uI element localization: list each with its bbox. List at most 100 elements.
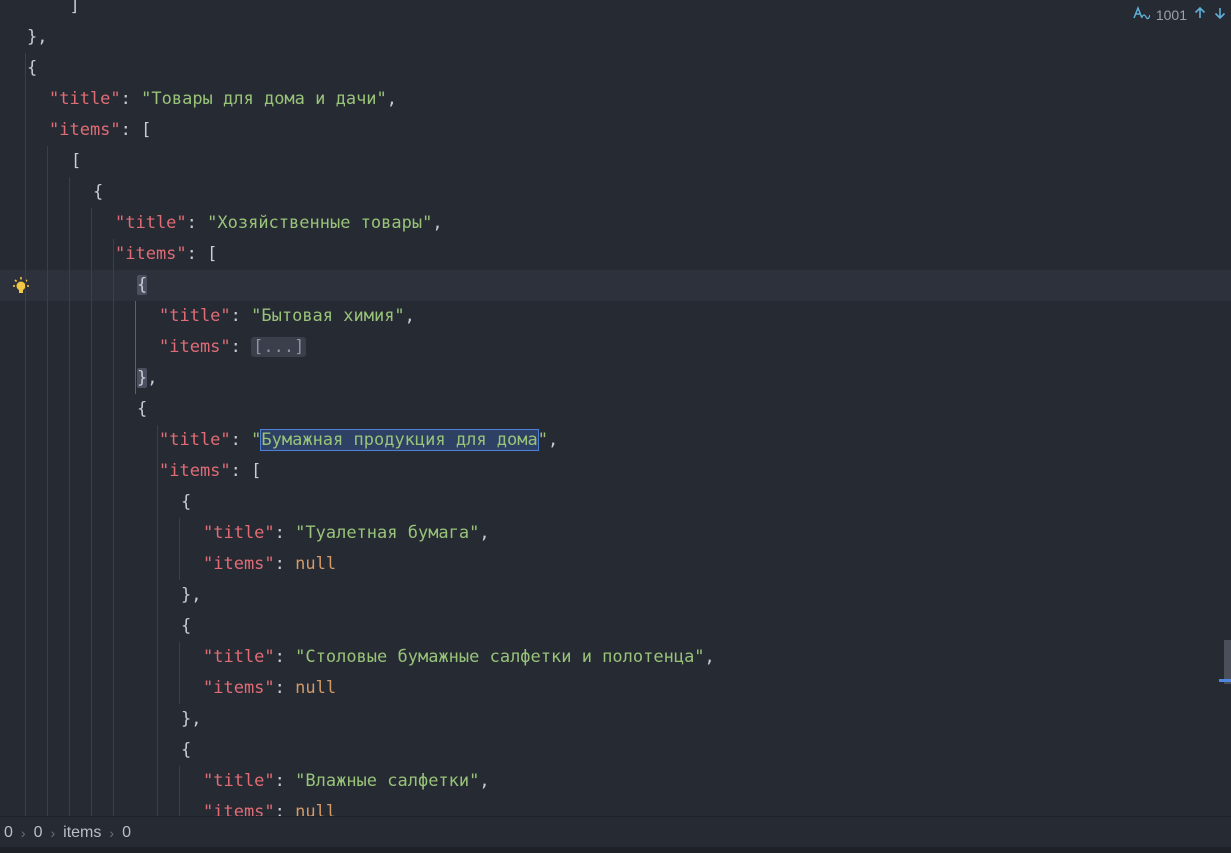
json-key: "title" xyxy=(203,771,275,791)
json-punctuation: : xyxy=(274,523,296,543)
json-key: "items" xyxy=(115,244,187,264)
json-key: "items" xyxy=(159,461,231,481)
chevron-right-icon: › xyxy=(50,824,56,841)
breadcrumb-item[interactable]: 0 xyxy=(30,824,47,842)
json-punctuation: { xyxy=(27,58,38,78)
indent-guide xyxy=(157,425,158,816)
json-punctuation: , xyxy=(479,523,490,543)
breadcrumb: 0 › 0 › items › 0 xyxy=(0,816,1231,848)
json-string: " xyxy=(251,430,262,450)
regex-case-icon[interactable] xyxy=(1132,5,1151,25)
lightbulb-icon[interactable] xyxy=(10,276,32,298)
chevron-right-icon: › xyxy=(20,824,26,841)
code-line[interactable]: }, xyxy=(0,363,1231,394)
json-punctuation: : [ xyxy=(120,120,152,140)
arrow-up-icon[interactable] xyxy=(1193,6,1207,24)
code-line[interactable]: "items": null xyxy=(0,797,1231,816)
code-line[interactable]: "title": "Товары для дома и дачи", xyxy=(0,84,1231,115)
json-punctuation: : xyxy=(230,306,252,326)
json-punctuation: : xyxy=(186,213,208,233)
code-line[interactable]: "items": null xyxy=(0,549,1231,580)
json-punctuation: : xyxy=(120,89,142,109)
code-line[interactable]: "items": [ xyxy=(0,115,1231,146)
json-null: null xyxy=(295,554,337,574)
folded-region[interactable]: [...] xyxy=(251,337,307,357)
code-line[interactable]: { xyxy=(0,394,1231,425)
json-string: " xyxy=(537,430,548,450)
indent-guide xyxy=(179,766,180,816)
json-key: "items" xyxy=(203,678,275,698)
code-line[interactable]: "title": "Хозяйственные товары", xyxy=(0,208,1231,239)
indent-guide xyxy=(69,177,70,816)
scrollbar-thumb[interactable] xyxy=(1224,640,1231,684)
code-line[interactable]: "items": [ xyxy=(0,456,1231,487)
json-punctuation: [ xyxy=(71,151,82,171)
code-line[interactable]: ] xyxy=(0,0,1231,22)
json-punctuation: : xyxy=(230,337,252,357)
json-punctuation: ] xyxy=(49,0,80,16)
code-line[interactable]: { xyxy=(0,735,1231,766)
code-line[interactable]: { xyxy=(0,487,1231,518)
json-punctuation: , xyxy=(704,647,715,667)
json-key: "items" xyxy=(203,554,275,574)
code-line[interactable]: "items": null xyxy=(0,673,1231,704)
json-punctuation: , xyxy=(386,89,398,109)
json-punctuation: { xyxy=(93,182,104,202)
code-line[interactable]: "title": "Бытовая химия", xyxy=(0,301,1231,332)
code-line[interactable]: "items": [ xyxy=(0,239,1231,270)
json-string: "Столовые бумажные салфетки и полотенца" xyxy=(295,647,705,667)
json-punctuation: , xyxy=(547,430,559,450)
code-line[interactable]: { xyxy=(0,611,1231,642)
code-line[interactable]: { xyxy=(0,177,1231,208)
json-punctuation: : xyxy=(274,554,296,574)
json-string: "Хозяйственные товары" xyxy=(207,213,433,233)
json-key: "title" xyxy=(49,89,121,109)
json-key: "title" xyxy=(115,213,187,233)
json-key: "title" xyxy=(159,306,231,326)
json-null: null xyxy=(295,678,337,698)
code-line[interactable]: "title": "Влажные салфетки", xyxy=(0,766,1231,797)
code-line[interactable]: [ xyxy=(0,146,1231,177)
json-punctuation: : xyxy=(274,771,296,791)
json-string: "Влажные салфетки" xyxy=(295,771,480,791)
indent-guide xyxy=(47,146,48,816)
code-line[interactable]: }, xyxy=(0,580,1231,611)
indent-guide xyxy=(179,642,180,704)
json-key: "title" xyxy=(203,523,275,543)
json-punctuation: { xyxy=(137,275,148,295)
json-punctuation: : xyxy=(274,678,296,698)
json-punctuation: { xyxy=(181,740,192,760)
json-key: "title" xyxy=(159,430,231,450)
breadcrumb-item[interactable]: 0 xyxy=(118,824,135,842)
bottom-strip xyxy=(0,847,1231,853)
find-widget: 1001 xyxy=(1132,4,1227,26)
json-punctuation: : [ xyxy=(230,461,262,481)
json-punctuation: }, xyxy=(181,709,202,729)
json-punctuation: { xyxy=(181,616,192,636)
code-line[interactable]: "title": "Столовые бумажные салфетки и п… xyxy=(0,642,1231,673)
json-punctuation: : xyxy=(230,430,252,450)
indent-guide xyxy=(135,301,136,394)
json-string: "Бытовая химия" xyxy=(251,306,405,326)
breadcrumb-item[interactable]: items xyxy=(59,824,105,842)
code-line[interactable]: }, xyxy=(0,704,1231,735)
json-key: "title" xyxy=(203,647,275,667)
breadcrumb-item[interactable]: 0 xyxy=(0,824,17,842)
json-punctuation: , xyxy=(479,771,490,791)
arrow-down-icon[interactable] xyxy=(1213,6,1227,24)
json-punctuation: : xyxy=(274,802,296,816)
code-line[interactable]: "title": "Туалетная бумага", xyxy=(0,518,1231,549)
indent-guide xyxy=(91,208,92,816)
code-line[interactable]: { xyxy=(0,270,1231,301)
json-punctuation: }, xyxy=(27,27,48,47)
code-editor[interactable]: "items": null "title": "Влажные салфетки"… xyxy=(0,0,1231,816)
json-punctuation: : xyxy=(274,647,296,667)
json-key: "items" xyxy=(159,337,231,357)
indent-guide xyxy=(25,53,26,816)
code-line[interactable]: { xyxy=(0,53,1231,84)
match-count: 1001 xyxy=(1155,7,1187,23)
json-punctuation: , xyxy=(404,306,415,326)
code-line[interactable]: }, xyxy=(0,22,1231,53)
code-line[interactable]: "title": "Бумажная продукция для дома", xyxy=(0,425,1231,456)
code-line[interactable]: "items": [...] xyxy=(0,332,1231,363)
